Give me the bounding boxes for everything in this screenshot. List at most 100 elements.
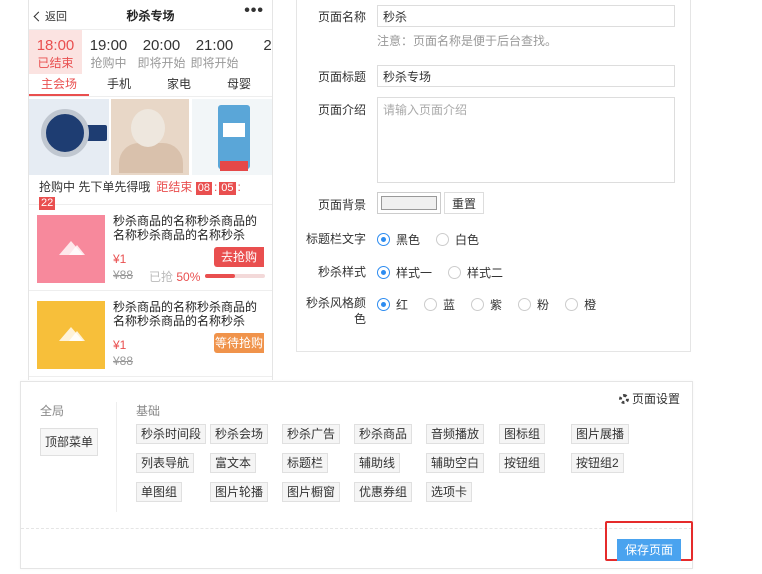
- radio-label: 样式一: [396, 266, 433, 280]
- radio-label: 橙: [584, 298, 597, 312]
- radio-label: 紫: [490, 298, 503, 312]
- time-slot[interactable]: 21:00 即将开始: [188, 30, 241, 74]
- radio-label: 粉: [537, 298, 550, 312]
- time-slot-bar: 18:00 已结束 19:00 抢购中 20:00 即将开始 21:00 即将开…: [29, 30, 272, 74]
- radio-black[interactable]: 黑色: [377, 231, 420, 248]
- component-seckill-ad[interactable]: 秒杀广告: [282, 424, 341, 444]
- time-slot-status: 即将开始: [137, 56, 186, 70]
- buy-now-button[interactable]: 去抢购: [214, 247, 264, 267]
- radio-label: 白色: [455, 233, 480, 247]
- radio-unchecked-icon: [424, 298, 438, 311]
- panel-divider: [21, 528, 692, 529]
- radio-style-two[interactable]: 样式二: [448, 264, 503, 281]
- component-tabs[interactable]: 选项卡: [426, 482, 473, 502]
- tab-main-venue[interactable]: 主会场: [29, 74, 89, 96]
- component-coupon-group[interactable]: 优惠券组: [354, 482, 413, 502]
- goods-image-placeholder: [37, 215, 105, 283]
- component-single-image[interactable]: 单图组: [136, 482, 183, 502]
- title-text-label: 标题栏文字: [305, 232, 366, 246]
- component-list-nav[interactable]: 列表导航: [136, 453, 195, 473]
- mountain-icon: [69, 245, 85, 255]
- page-title-input[interactable]: [377, 65, 675, 87]
- component-image-window[interactable]: 图片橱窗: [282, 482, 341, 502]
- banner-facemask-image[interactable]: [111, 99, 189, 175]
- page-settings-label: 页面设置: [631, 392, 680, 406]
- gear-icon: [618, 393, 629, 404]
- component-button-group-2[interactable]: 按钮组2: [571, 453, 624, 473]
- page-name-input[interactable]: [377, 5, 675, 27]
- list-item[interactable]: 秒杀商品的名称秒杀商品的名称秒杀商品的名称秒杀 ¥1 ¥88 等待抢购: [29, 291, 272, 377]
- component-blank-space[interactable]: 辅助空白: [426, 453, 485, 473]
- color-label-line: 秒杀风格颜: [305, 296, 366, 310]
- component-rich-text[interactable]: 富文本: [210, 453, 257, 473]
- wait-button[interactable]: 等待抢购: [214, 333, 264, 353]
- color-label-line: 色: [353, 312, 366, 326]
- radio-label: 黑色: [396, 233, 421, 247]
- phone-preview: 返回 秒杀专场 ••• 18:00 已结束 19:00 抢购中 20:00 即将…: [28, 0, 273, 380]
- goods-list: 秒杀商品的名称秒杀商品的名称秒杀商品的名称秒杀 ¥1 ¥88 已抢 50% 去抢…: [29, 205, 272, 377]
- seckill-color-label: 秒杀风格颜色: [306, 295, 366, 327]
- group-divider: [116, 402, 117, 512]
- list-item[interactable]: 秒杀商品的名称秒杀商品的名称秒杀商品的名称秒杀 ¥1 ¥88 已抢 50% 去抢…: [29, 205, 272, 291]
- tab-phone[interactable]: 手机: [89, 74, 149, 96]
- time-slot[interactable]: 18:00 已结束: [29, 30, 82, 74]
- radio-purple[interactable]: 紫: [471, 296, 502, 313]
- radio-white[interactable]: 白色: [436, 231, 479, 248]
- component-carousel[interactable]: 图片轮播: [210, 482, 269, 502]
- bg-color-picker[interactable]: [377, 192, 441, 214]
- time-slot-status: 即将开始: [190, 56, 239, 70]
- goods-sold: 已抢 50%: [149, 268, 200, 285]
- radio-orange[interactable]: 橙: [565, 296, 596, 313]
- component-icon-group[interactable]: 图标组: [499, 424, 546, 444]
- time-slot[interactable]: 2: [241, 30, 272, 74]
- tab-baby[interactable]: 母婴: [209, 74, 269, 96]
- radio-red[interactable]: 红: [377, 296, 408, 313]
- radio-checked-icon: [377, 298, 390, 311]
- banner-cleanser-image[interactable]: [192, 99, 272, 175]
- seckill-status-bar: 抢购中 先下单先得哦 距结束 08:05: 22: [29, 175, 272, 210]
- banner-watch-image[interactable]: [29, 99, 109, 175]
- component-audio[interactable]: 音频播放: [426, 424, 485, 444]
- component-seckill-goods[interactable]: 秒杀商品: [354, 424, 413, 444]
- component-button-group[interactable]: 按钮组: [499, 453, 546, 473]
- component-seckill-venue[interactable]: 秒杀会场: [210, 424, 269, 444]
- face-mask: [131, 109, 165, 147]
- component-divider-line[interactable]: 辅助线: [354, 453, 401, 473]
- page-settings-button[interactable]: 页面设置: [618, 390, 680, 407]
- page-intro-textarea[interactable]: [377, 97, 675, 183]
- radio-style-one[interactable]: 样式一: [377, 264, 432, 281]
- goods-price: ¥1: [113, 338, 127, 352]
- radio-checked-icon: [377, 266, 390, 279]
- status-text: 抢购中 先下单先得哦: [39, 180, 151, 194]
- global-group-label: 全局: [40, 404, 65, 418]
- time-slot[interactable]: 20:00 即将开始: [135, 30, 188, 74]
- countdown-minutes: 05: [219, 182, 236, 195]
- component-panel: 页面设置 全局 基础 顶部菜单 秒杀时间段 秒杀会场 秒杀广告 秒杀商品 音频播…: [20, 381, 693, 569]
- seckill-style-radio-group: 样式一 样式二: [377, 264, 519, 281]
- goods-old-price: ¥88: [113, 354, 134, 368]
- radio-unchecked-icon: [565, 298, 579, 311]
- face-body: [119, 143, 183, 173]
- page-settings-form: 页面名称 注意：页面名称是便于后台查找。 页面标题 页面介绍 页面背景 重置 标…: [296, 0, 691, 352]
- reset-button[interactable]: 重置: [444, 192, 484, 214]
- component-top-menu[interactable]: 顶部菜单: [40, 428, 99, 456]
- time-slot-time: 20:00: [142, 37, 181, 54]
- more-icon[interactable]: •••: [244, 2, 264, 20]
- radio-pink[interactable]: 粉: [518, 296, 549, 313]
- seckill-style-label: 秒杀样式: [317, 265, 366, 279]
- progress-fill: [205, 274, 235, 278]
- tab-appliance[interactable]: 家电: [149, 74, 209, 96]
- radio-blue[interactable]: 蓝: [424, 296, 455, 313]
- page-name-note: 注意：页面名称是便于后台查找。: [377, 34, 558, 48]
- radio-label: 蓝: [443, 298, 456, 312]
- component-seckill-time[interactable]: 秒杀时间段: [136, 424, 207, 444]
- time-slot[interactable]: 19:00 抢购中: [82, 30, 135, 74]
- radio-label: 红: [396, 298, 409, 312]
- component-image-showcase[interactable]: 图片展播: [571, 424, 630, 444]
- save-page-button[interactable]: 保存页面: [617, 539, 681, 561]
- watch-face: [41, 109, 89, 157]
- component-title-bar[interactable]: 标题栏: [282, 453, 329, 473]
- title-text-radio-group: 黑色 白色: [377, 231, 495, 248]
- radio-unchecked-icon: [518, 298, 532, 311]
- seckill-color-radio-group: 红 蓝 紫 粉 橙: [377, 296, 612, 313]
